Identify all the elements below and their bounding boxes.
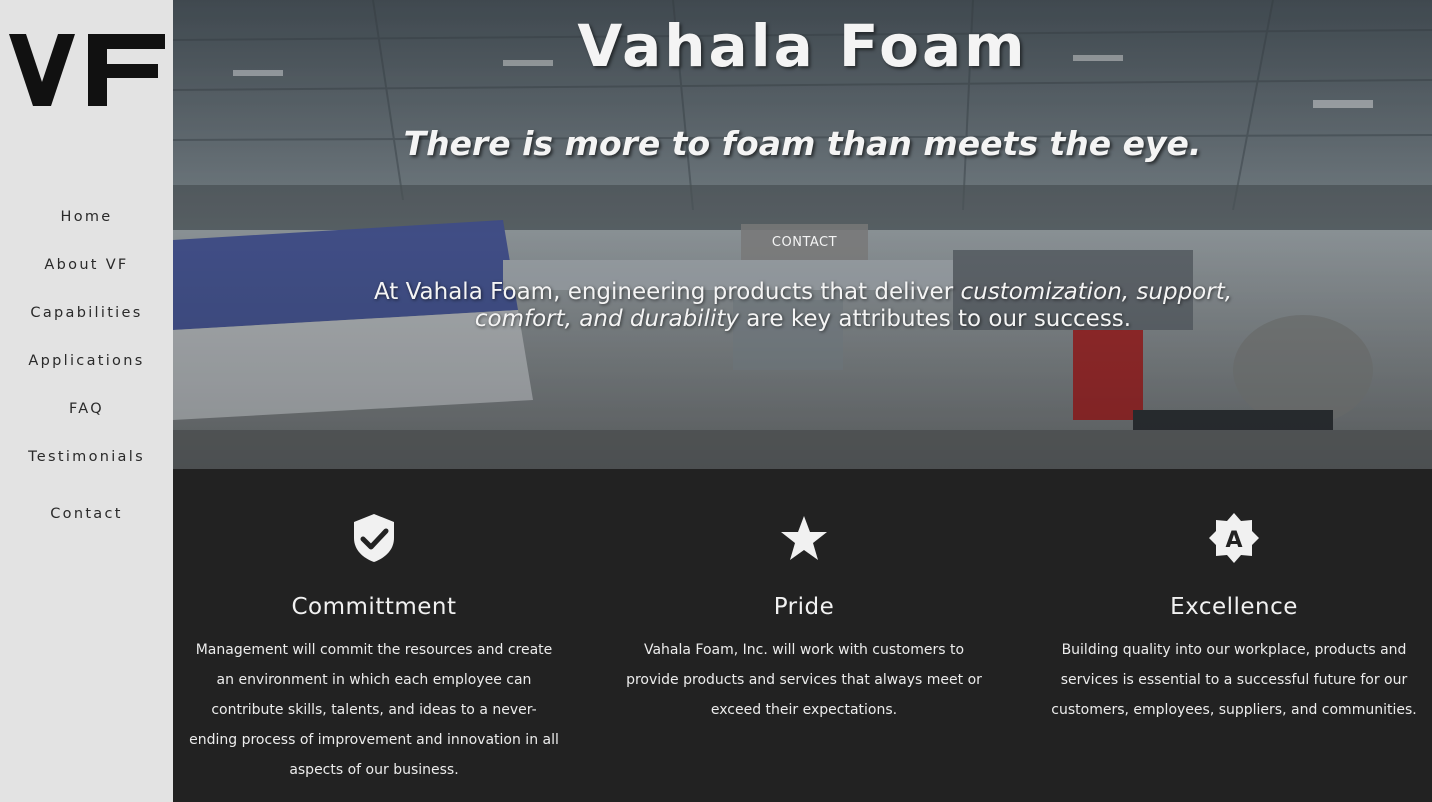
hero-tagline: There is more to foam than meets the eye… [403, 124, 1202, 163]
hero-title: Vahala Foam [577, 12, 1028, 80]
value-text: Building quality into our workplace, pro… [1051, 642, 1417, 718]
star-icon [779, 512, 829, 564]
contact-button[interactable]: CONTACT [741, 224, 868, 260]
nav-testimonials[interactable]: Testimonials [0, 447, 173, 467]
hero-desc-post: are key attributes to our success. [739, 306, 1132, 332]
nav-capabilities[interactable]: Capabilities [0, 303, 173, 323]
svg-text:A: A [1225, 528, 1242, 553]
vf-logo-mark [9, 34, 165, 106]
nav-home[interactable]: Home [0, 207, 173, 227]
value-title: Committment [291, 594, 457, 620]
nav-about[interactable]: About VF [0, 255, 173, 275]
values-section: Committment Management will commit the r… [173, 469, 1432, 802]
hero-banner: Vahala Foam There is more to foam than m… [173, 0, 1432, 469]
badge-a-icon: A [1209, 512, 1259, 564]
nav-applications[interactable]: Applications [0, 351, 173, 371]
value-title: Excellence [1170, 594, 1298, 620]
vf-logo[interactable] [9, 34, 165, 106]
value-text: Vahala Foam, Inc. will work with custome… [626, 642, 982, 718]
shield-check-icon [349, 512, 399, 564]
value-title: Pride [773, 594, 835, 620]
sidebar: Home About VF Capabilities Applications … [0, 0, 173, 802]
nav-faq[interactable]: FAQ [0, 399, 173, 419]
nav-contact[interactable]: Contact [0, 504, 173, 524]
hero-desc-pre: At Vahala Foam, engineering products tha… [373, 279, 961, 305]
hero-description: At Vahala Foam, engineering products tha… [373, 279, 1233, 333]
value-text: Management will commit the resources and… [189, 642, 559, 778]
